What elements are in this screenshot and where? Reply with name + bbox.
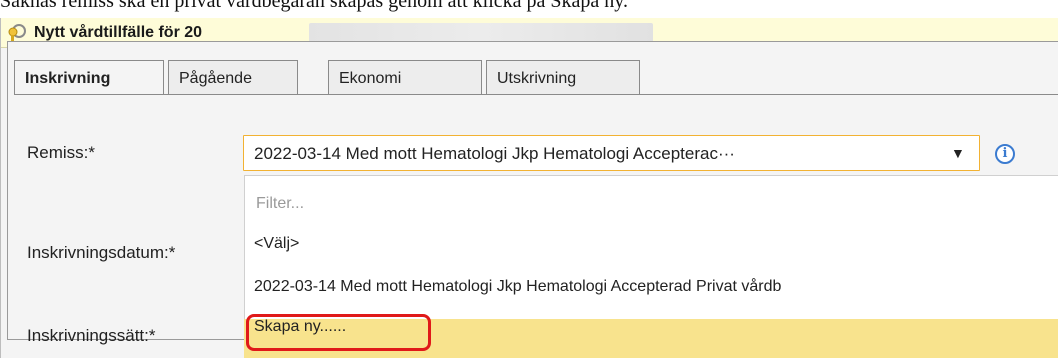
caption-text: Saknas remiss ska en privat vårdbegäran … [0,0,628,12]
option-valj[interactable]: <Välj> [244,235,1058,253]
inskrivningssatt-label: Inskrivningssätt:* [27,326,156,345]
filter-input[interactable]: Filter... [256,195,304,213]
callout-box [246,314,431,351]
tab-utskrivning[interactable]: Utskrivning [486,60,640,95]
tab-pagaende[interactable]: Pågående [168,60,298,95]
tab-inskrivning[interactable]: Inskrivning [14,60,164,95]
option-remiss-2022-03-14[interactable]: 2022-03-14 Med mott Hematologi Jkp Hemat… [244,278,1058,296]
remiss-label: Remiss:* [27,143,96,162]
remiss-selected-value: 2022-03-14 Med mott Hematologi Jkp Hemat… [254,144,735,163]
tab-divider [14,94,1058,95]
info-icon[interactable]: i [995,144,1015,164]
keys-icon [8,24,26,42]
tab-ekonomi[interactable]: Ekonomi [328,60,482,95]
inskrivningsdatum-label: Inskrivningsdatum:* [27,243,176,262]
remiss-select[interactable]: 2022-03-14 Med mott Hematologi Jkp Hemat… [243,135,980,171]
dropdown-arrow-icon[interactable]: ▼ [951,145,965,161]
dialog-title: Nytt vårdtillfälle för 20 [34,24,203,41]
redacted-name [309,23,653,43]
